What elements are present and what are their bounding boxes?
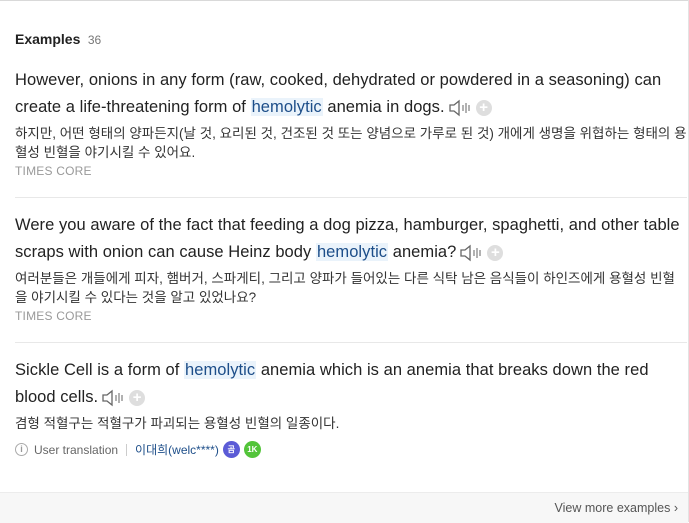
user-translation-meta: i User translation 이대희(welc****) 곰 1K (15, 441, 687, 458)
speaker-icon[interactable] (448, 99, 474, 117)
example-translation: 여러분들은 개들에게 피자, 햄버거, 스파게티, 그리고 양파가 들어있는 다… (15, 271, 675, 305)
user-name-link[interactable]: 이대희(welc****) (135, 441, 219, 458)
meta-divider (126, 443, 128, 456)
user-level-badge: 1K (243, 441, 261, 458)
examples-count: 36 (87, 33, 102, 47)
example-item-2: Were you aware of the fact that feeding … (15, 212, 687, 323)
examples-header: Examples 36 (15, 31, 101, 49)
footer-bar: View more examples › (0, 492, 688, 523)
example-item-1: However, onions in any form (raw, cooked… (15, 67, 687, 178)
add-icon[interactable]: + (129, 389, 146, 406)
example-divider (15, 342, 687, 343)
info-icon[interactable]: i (15, 443, 28, 456)
example-item-3: Sickle Cell is a form of hemolytic anemi… (15, 357, 687, 458)
add-icon[interactable]: + (475, 99, 492, 116)
speaker-icon[interactable] (101, 389, 127, 407)
highlight-word[interactable]: hemolytic (184, 361, 257, 379)
example-translation: 겸형 적혈구는 적혈구가 파괴되는 용혈성 빈혈의 일종이다. (15, 416, 340, 431)
example-divider (15, 197, 687, 198)
user-translation-label: User translation (34, 442, 119, 457)
add-icon[interactable]: + (487, 244, 504, 261)
example-source: TIMES CORE (15, 309, 92, 323)
example-sentence: However, onions in any form (raw, cooked… (15, 71, 662, 117)
chevron-right-icon: › (673, 501, 678, 515)
example-source: TIMES CORE (15, 164, 92, 178)
speaker-icon[interactable] (459, 244, 485, 262)
example-sentence: Sickle Cell is a form of hemolytic anemi… (15, 361, 649, 407)
top-divider (0, 0, 689, 1)
highlight-word[interactable]: hemolytic (250, 98, 323, 116)
example-translation: 하지만, 어떤 형태의 양파든지(날 것, 요리된 것, 건조된 것 또는 양념… (15, 126, 687, 160)
view-more-examples-link[interactable]: View more examples › (555, 501, 678, 515)
examples-title: Examples (15, 31, 81, 47)
user-badge-icon: 곰 (222, 441, 240, 458)
example-sentence: Were you aware of the fact that feeding … (15, 216, 680, 262)
highlight-word[interactable]: hemolytic (315, 243, 389, 261)
